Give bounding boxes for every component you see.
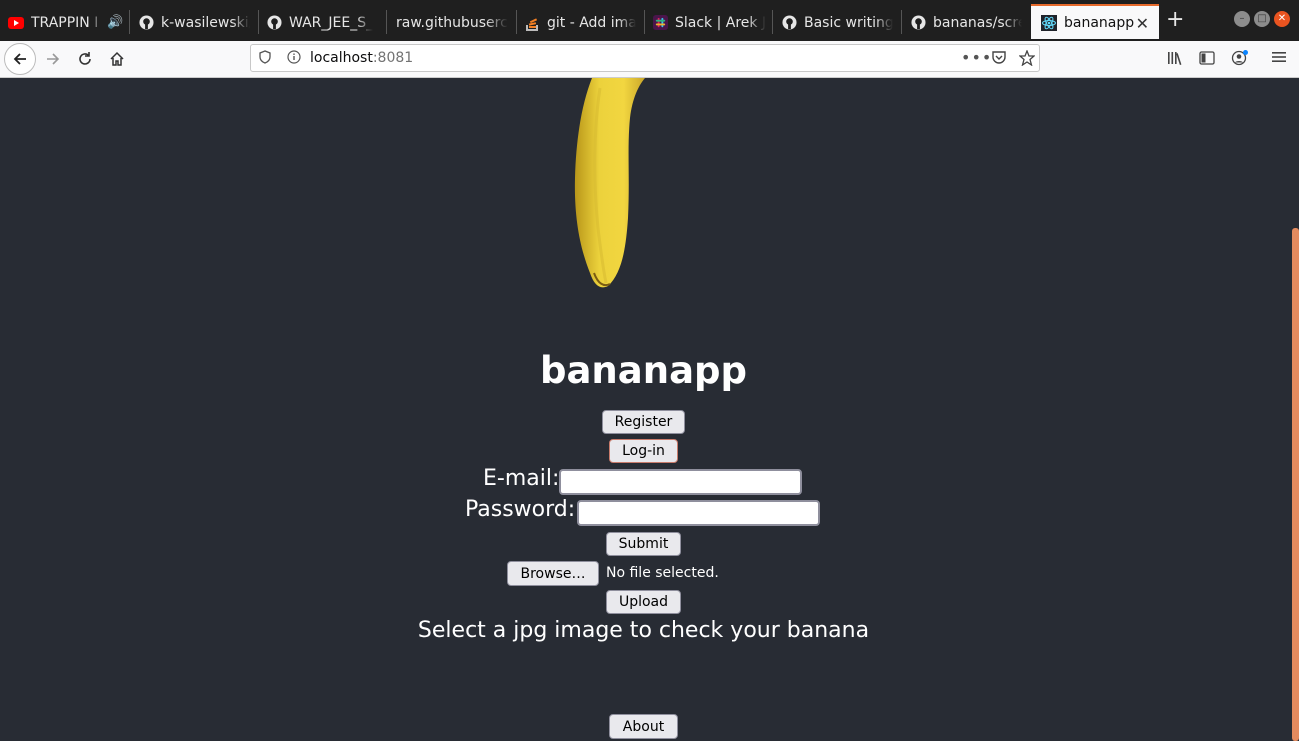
tab-github-3[interactable]: Basic writing bbox=[781, 4, 893, 41]
close-window-button[interactable]: ✕ bbox=[1274, 11, 1290, 27]
email-label: E-mail: bbox=[483, 466, 560, 491]
speaker-icon[interactable]: 🔊 bbox=[107, 15, 123, 30]
about-button[interactable]: About bbox=[609, 714, 678, 739]
pocket-icon[interactable] bbox=[991, 50, 1007, 69]
browse-button[interactable]: Browse… bbox=[507, 561, 599, 586]
library-icon[interactable] bbox=[1167, 50, 1183, 70]
tab-separator bbox=[129, 10, 130, 34]
github-icon bbox=[138, 15, 154, 31]
scrollbar-thumb[interactable] bbox=[1292, 228, 1299, 741]
stackoverflow-icon bbox=[524, 15, 540, 31]
youtube-icon bbox=[8, 15, 24, 31]
tab-bananapp[interactable]: bananapp ✕ bbox=[1031, 4, 1159, 39]
github-icon bbox=[266, 15, 282, 31]
tab-separator bbox=[516, 10, 517, 34]
tab-label: bananapp bbox=[1064, 14, 1135, 31]
password-label: Password: bbox=[465, 497, 576, 522]
password-field[interactable] bbox=[577, 500, 820, 526]
tab-slack[interactable]: Slack | Arek J bbox=[652, 4, 766, 41]
tab-label: k-wasilewski/ bbox=[161, 14, 250, 31]
info-icon[interactable] bbox=[287, 50, 301, 68]
sidebar-icon[interactable] bbox=[1199, 50, 1215, 70]
back-button[interactable] bbox=[4, 43, 36, 75]
new-tab-button[interactable]: + bbox=[1166, 8, 1184, 32]
shield-icon[interactable] bbox=[259, 50, 271, 68]
tab-github-4[interactable]: bananas/scre bbox=[910, 4, 1022, 41]
tab-raw-github[interactable]: raw.githubuserco bbox=[396, 4, 508, 41]
reload-icon bbox=[79, 52, 91, 65]
tab-separator bbox=[901, 10, 902, 34]
tab-label: raw.githubuserco bbox=[396, 14, 508, 31]
upload-hint-text: Select a jpg image to check your banana bbox=[417, 618, 870, 643]
tab-separator bbox=[386, 10, 387, 34]
app-title: bananapp bbox=[539, 349, 748, 392]
back-arrow-icon bbox=[13, 53, 26, 65]
tab-stackoverflow[interactable]: git - Add ima bbox=[524, 4, 636, 41]
maximize-button[interactable]: □ bbox=[1254, 11, 1270, 27]
navigation-bar: localhost:8081 ••• bbox=[0, 41, 1299, 78]
email-field[interactable] bbox=[559, 469, 802, 495]
tab-strip: TRAPPIN I 🔊 k-wasilewski/ WAR_JEE_S_ raw… bbox=[0, 0, 1299, 41]
forward-arrow-icon bbox=[47, 53, 60, 65]
home-button[interactable] bbox=[103, 45, 131, 73]
github-icon bbox=[910, 15, 926, 31]
file-status-text: No file selected. bbox=[606, 565, 719, 581]
react-icon bbox=[1041, 14, 1057, 31]
tab-label: Basic writing bbox=[804, 14, 893, 31]
slack-icon bbox=[652, 15, 668, 31]
tab-label: Slack | Arek J bbox=[675, 14, 766, 31]
tab-separator bbox=[772, 10, 773, 34]
register-button[interactable]: Register bbox=[602, 410, 685, 434]
banana-logo bbox=[574, 78, 645, 288]
bookmark-star-icon[interactable] bbox=[1018, 49, 1036, 70]
tab-label: bananas/scre bbox=[933, 14, 1022, 31]
tab-separator bbox=[258, 10, 259, 34]
github-icon bbox=[781, 15, 797, 31]
tab-github-1[interactable]: k-wasilewski/ bbox=[138, 4, 250, 41]
home-icon bbox=[110, 51, 124, 66]
more-actions-icon[interactable]: ••• bbox=[961, 48, 992, 67]
url-text: localhost:8081 bbox=[310, 50, 414, 66]
tab-label: git - Add ima bbox=[547, 14, 636, 31]
minimize-button[interactable]: – bbox=[1234, 11, 1250, 27]
submit-button[interactable]: Submit bbox=[606, 532, 681, 556]
reload-button[interactable] bbox=[71, 45, 99, 73]
close-tab-icon[interactable]: ✕ bbox=[1136, 14, 1149, 33]
tab-label: WAR_JEE_S_ bbox=[289, 14, 374, 31]
login-button[interactable]: Log-in bbox=[609, 439, 678, 463]
tab-youtube[interactable]: TRAPPIN I 🔊 bbox=[8, 4, 126, 41]
tab-label: TRAPPIN I bbox=[31, 14, 99, 31]
url-bar[interactable]: localhost:8081 ••• bbox=[250, 44, 1040, 72]
account-icon[interactable] bbox=[1231, 50, 1249, 70]
tab-separator bbox=[644, 10, 645, 34]
menu-icon[interactable] bbox=[1272, 50, 1286, 68]
tab-github-2[interactable]: WAR_JEE_S_ bbox=[266, 4, 378, 41]
upload-button[interactable]: Upload bbox=[606, 590, 681, 614]
forward-button[interactable] bbox=[39, 45, 67, 73]
